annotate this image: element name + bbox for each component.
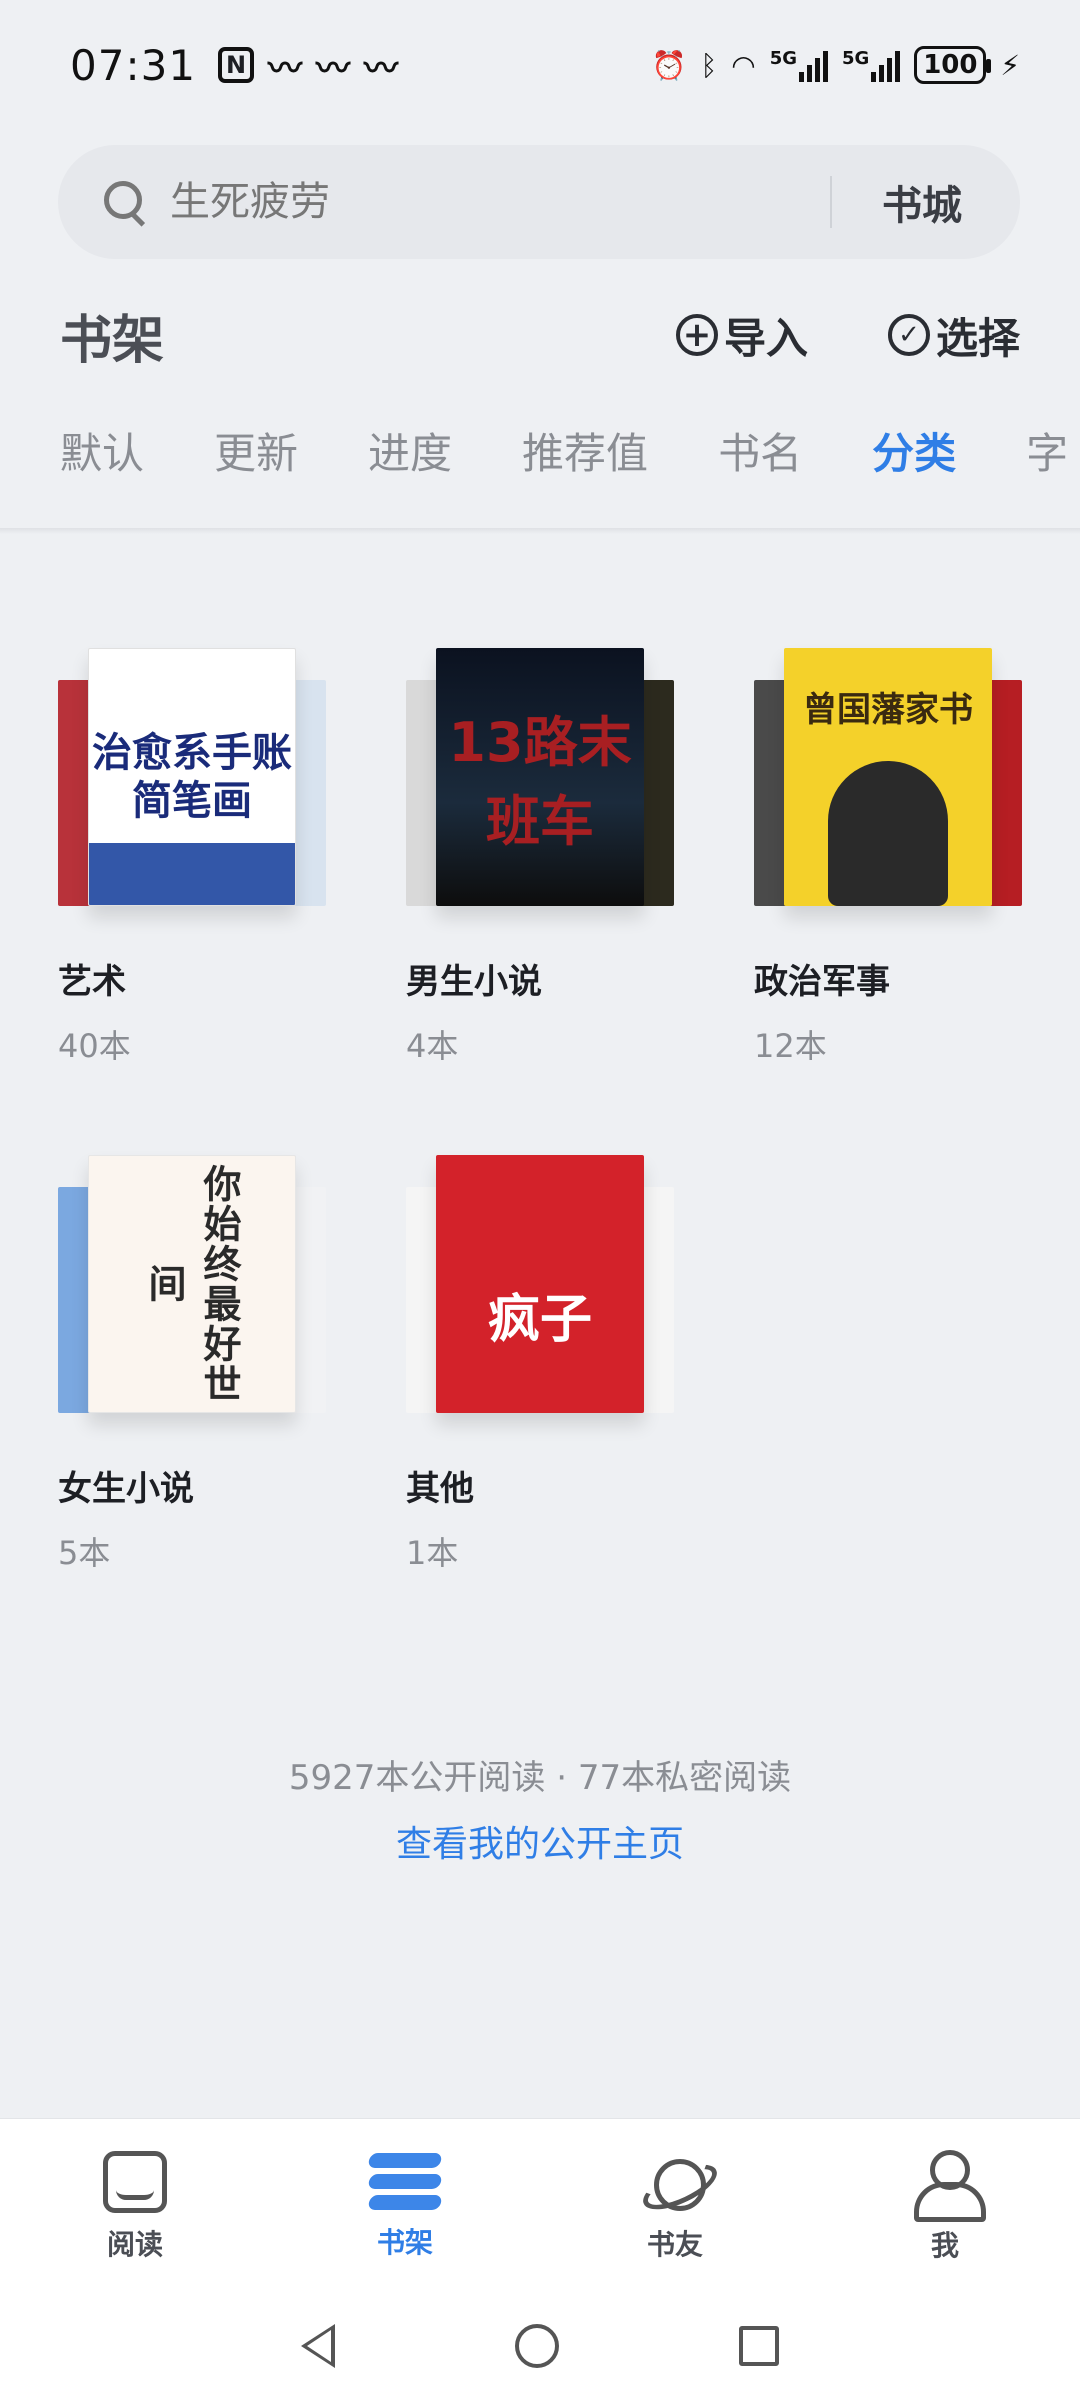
import-label: 导入 xyxy=(723,313,808,363)
category-cover-stack: 13路末班车 xyxy=(406,640,674,940)
bookshelf-icon xyxy=(367,2152,443,2211)
cover-title: 你始终最好世间 xyxy=(142,1164,241,1404)
cover-title: 治愈系手账简笔画 xyxy=(92,730,292,824)
import-button[interactable]: + 导入 xyxy=(675,305,808,366)
nav-label: 书友 xyxy=(646,2227,703,2261)
cover-title: 曾国藩家书 xyxy=(803,690,973,730)
select-label: 选择 xyxy=(935,313,1020,363)
cover-title: 疯子 xyxy=(487,1289,592,1350)
tab-default[interactable]: 默认 xyxy=(60,420,144,481)
tab-word-count[interactable]: 字 xyxy=(1026,420,1068,481)
book-cover: 治愈系手账简笔画 xyxy=(88,648,296,906)
category-cover-stack: 你始终最好世间 xyxy=(58,1147,326,1447)
cover-portrait xyxy=(828,761,948,906)
home-icon[interactable] xyxy=(515,2324,559,2368)
planet-icon xyxy=(640,2151,710,2213)
tabs-divider xyxy=(0,528,1080,534)
category-count: 40本 xyxy=(58,1027,131,1065)
status-time: 07:31 xyxy=(70,40,197,90)
category-grid: 治愈系手账简笔画 艺术 40本 13路末班车 男生小说 4本 曾国藩家书 政治军… xyxy=(58,640,1022,1574)
category-name: 艺术 xyxy=(58,962,126,1002)
page-title: 书架 xyxy=(60,310,165,371)
bottom-nav: 阅读 书架 书友 我 xyxy=(0,2118,1080,2294)
category-card-other[interactable]: 疯子 其他 1本 xyxy=(406,1147,674,1574)
bookstore-button[interactable]: 书城 xyxy=(832,173,1020,231)
back-icon[interactable] xyxy=(301,2324,335,2368)
sort-tabs: 默认 更新 进度 推荐值 书名 分类 字 xyxy=(60,420,1080,481)
bluetooth-icon: ᛒ xyxy=(700,48,718,82)
category-count: 12本 xyxy=(754,1027,827,1065)
nav-label: 书架 xyxy=(376,2225,433,2259)
notification-icons: N 〰 〰 〰 xyxy=(218,41,398,90)
header-actions: + 导入 ✓ 选择 xyxy=(675,305,1020,366)
plus-circle-icon: + xyxy=(675,314,718,356)
status-bar: 07:31 N 〰 〰 〰 ⏰ ᛒ ◠ 5G 5G 100 ⚡ xyxy=(0,0,1080,130)
nfc-icon: N xyxy=(218,47,255,83)
tab-recommendation[interactable]: 推荐值 xyxy=(522,420,648,481)
category-count: 4本 xyxy=(406,1027,459,1065)
book-cover: 你始终最好世间 xyxy=(88,1155,296,1413)
category-cover-stack: 治愈系手账简笔画 xyxy=(58,640,326,940)
search-bar[interactable]: 书城 xyxy=(58,145,1020,259)
cover-title: 13路末班车 xyxy=(448,711,632,853)
nav-label: 我 xyxy=(930,2228,959,2262)
nav-me[interactable]: 我 xyxy=(810,2119,1080,2294)
tab-category[interactable]: 分类 xyxy=(872,420,956,481)
cover-band xyxy=(89,843,295,905)
nav-read[interactable]: 阅读 xyxy=(0,2119,270,2294)
recent-apps-icon[interactable] xyxy=(739,2326,779,2366)
app-notification-icon: 〰 xyxy=(364,48,399,89)
category-name: 男生小说 xyxy=(406,962,542,1002)
wifi-icon: ◠ xyxy=(731,48,756,82)
app-notification-icon: 〰 xyxy=(316,48,351,89)
category-count: 1本 xyxy=(406,1534,459,1572)
battery-icon: 100 xyxy=(914,46,992,84)
tab-progress[interactable]: 进度 xyxy=(368,420,452,481)
category-card-female-fiction[interactable]: 你始终最好世间 女生小说 5本 xyxy=(58,1147,326,1574)
cell-signal-icon: 5G xyxy=(842,48,901,82)
search-icon xyxy=(102,179,148,225)
check-circle-icon: ✓ xyxy=(887,314,930,356)
category-name: 女生小说 xyxy=(58,1469,194,1509)
system-nav-bar xyxy=(0,2294,1080,2398)
category-card-male-fiction[interactable]: 13路末班车 男生小说 4本 xyxy=(406,640,674,1067)
nav-friends[interactable]: 书友 xyxy=(540,2119,810,2294)
book-icon xyxy=(103,2150,167,2213)
tab-updated[interactable]: 更新 xyxy=(214,420,298,481)
alarm-icon: ⏰ xyxy=(651,48,687,82)
book-cover: 曾国藩家书 xyxy=(784,648,992,906)
category-name: 其他 xyxy=(406,1469,474,1509)
search-input[interactable] xyxy=(170,179,770,225)
book-cover: 疯子 xyxy=(436,1155,644,1413)
category-cover-stack: 曾国藩家书 xyxy=(754,640,1022,940)
category-cover-stack: 疯子 xyxy=(406,1147,674,1447)
nav-bookshelf[interactable]: 书架 xyxy=(270,2119,540,2294)
category-card-art[interactable]: 治愈系手账简笔画 艺术 40本 xyxy=(58,640,326,1067)
category-count: 5本 xyxy=(58,1534,111,1572)
select-button[interactable]: ✓ 选择 xyxy=(887,305,1020,366)
person-icon xyxy=(912,2149,986,2222)
cell-signal-icon: 5G xyxy=(770,48,829,82)
category-name: 政治军事 xyxy=(754,962,890,1002)
charging-icon: ⚡ xyxy=(1000,48,1020,82)
system-status-icons: ⏰ ᛒ ◠ 5G 5G 100 ⚡ xyxy=(652,46,1020,84)
reading-stats: 5927本公开阅读 · 77本私密阅读 xyxy=(288,1758,792,1798)
shelf-header: 书架 + 导入 ✓ 选择 xyxy=(60,295,1020,375)
category-card-politics-military[interactable]: 曾国藩家书 政治军事 12本 xyxy=(754,640,1022,1067)
tab-title[interactable]: 书名 xyxy=(718,420,802,481)
public-homepage-link[interactable]: 查看我的公开主页 xyxy=(0,1815,1080,1867)
app-notification-icon: 〰 xyxy=(268,48,303,89)
nav-label: 阅读 xyxy=(106,2227,163,2261)
book-cover: 13路末班车 xyxy=(436,648,644,906)
